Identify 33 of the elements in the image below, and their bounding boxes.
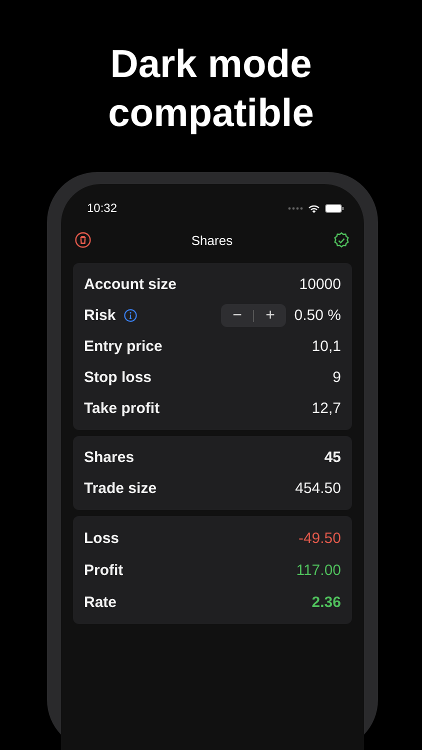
nav-title: Shares <box>191 232 233 248</box>
row-label: Profit <box>84 562 124 578</box>
row-value: -49.50 <box>298 530 341 546</box>
row-label: Take profit <box>84 400 160 417</box>
trash-icon[interactable] <box>75 232 91 248</box>
checkmark-badge-icon[interactable] <box>332 232 350 248</box>
row-label: Shares <box>84 449 134 466</box>
status-time: 10:32 <box>87 201 118 215</box>
row-value: 45 <box>324 449 341 466</box>
plus-button[interactable]: + <box>254 304 286 327</box>
headline: compatible <box>108 91 314 137</box>
row-value: 117.00 <box>296 562 341 578</box>
row-value: 12,7 <box>312 400 341 417</box>
row-label: Account size <box>84 276 177 293</box>
minus-button[interactable]: − <box>221 304 254 327</box>
row-label: Stop loss <box>84 369 152 386</box>
headline: Dark mode <box>110 42 312 88</box>
row-label: Trade size <box>84 480 157 497</box>
signal-icon <box>288 206 303 210</box>
row-value: 9 <box>332 369 341 386</box>
info-icon[interactable] <box>124 309 137 322</box>
row-label: Loss <box>84 530 120 546</box>
row-value: 0.50 % <box>294 307 341 324</box>
wifi-icon <box>308 204 320 212</box>
battery-icon <box>325 204 344 212</box>
row-label: Entry price <box>84 338 162 355</box>
row-value: 2.36 <box>312 594 341 610</box>
row-value: 10,1 <box>312 338 341 355</box>
row-label: Risk <box>84 307 116 324</box>
row-value: 454.50 <box>295 480 341 497</box>
risk-stepper[interactable]: − + <box>221 304 286 327</box>
row-value: 10000 <box>299 276 341 293</box>
row-label: Rate <box>84 594 117 610</box>
